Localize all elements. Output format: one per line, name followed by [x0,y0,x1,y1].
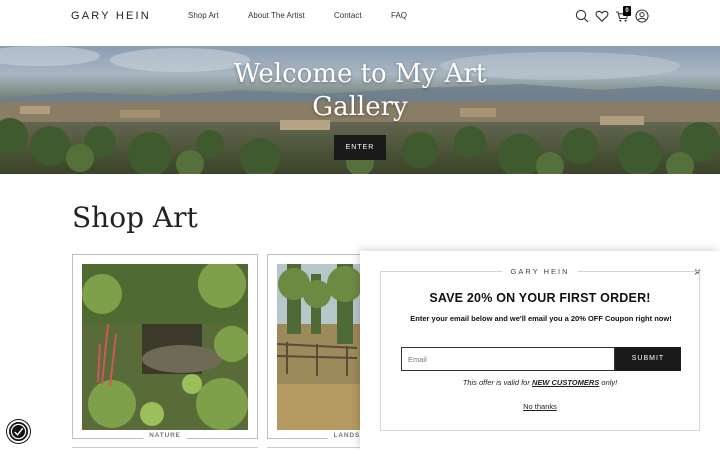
popup-headline: SAVE 20% ON YOUR FIRST ORDER! [429,291,651,305]
category-card-nature[interactable]: NATURE [72,254,258,439]
popup-subtext: Enter your email below and we'll email y… [410,314,672,323]
site-header: GARY HEIN Shop Art About The Artist Cont… [0,0,720,46]
email-field[interactable] [401,347,615,371]
nature-image [82,264,248,430]
nav-shop-art[interactable]: Shop Art [188,11,219,20]
no-thanks-link[interactable]: No thanks [381,402,699,411]
new-customers-link[interactable]: NEW CUSTOMERS [532,378,599,387]
popup-brand: GARY HEIN [502,267,578,276]
heart-icon[interactable] [595,9,609,23]
card-label: NATURE [143,432,187,439]
accessibility-icon[interactable] [7,420,30,443]
nav-about-artist[interactable]: About The Artist [248,11,305,20]
account-icon[interactable] [635,9,649,23]
section-title: Shop Art [72,201,198,234]
submit-button[interactable]: SUBMIT [615,347,681,371]
site-logo[interactable]: GARY HEIN [71,10,151,22]
offer-text: This offer is valid for NEW CUSTOMERS on… [462,378,618,387]
hero-title: Welcome to My Art Gallery [233,59,487,122]
divider [267,447,360,448]
enter-button[interactable]: ENTER [334,135,386,160]
nav-faq[interactable]: FAQ [391,11,407,20]
divider [72,447,258,448]
cart-count-badge: 0 [623,6,631,16]
popup-frame: GARY HEIN SAVE 20% ON YOUR FIRST ORDER! … [380,267,700,431]
newsletter-popup: × GARY HEIN SAVE 20% ON YOUR FIRST ORDER… [360,251,720,450]
nav-contact[interactable]: Contact [334,11,362,20]
search-icon[interactable] [575,9,589,23]
hero-banner: Welcome to My Art Gallery ENTER [0,46,720,174]
